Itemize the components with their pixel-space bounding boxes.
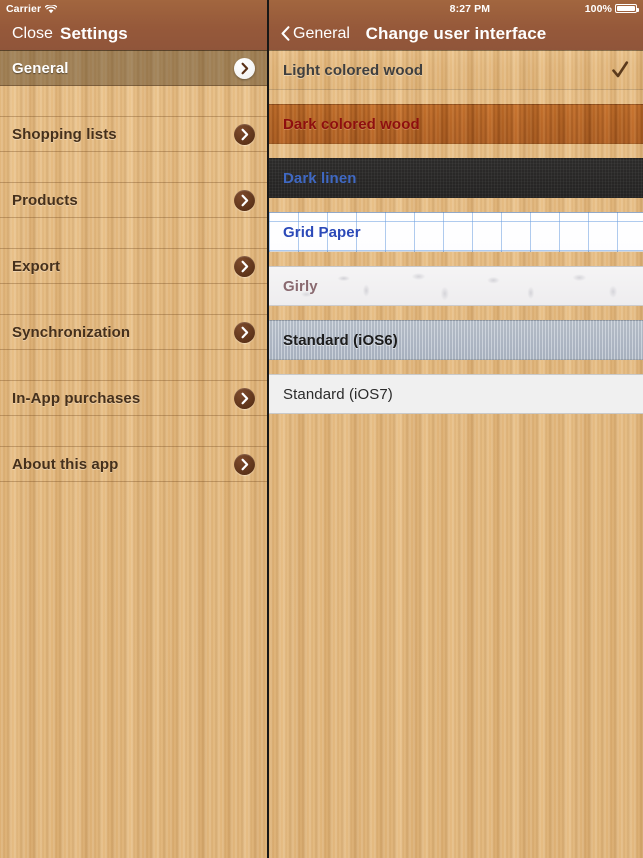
left-status-bar: Carrier	[0, 0, 267, 17]
right-navbar: General Change user interface	[269, 17, 643, 50]
app-root: Carrier Close Settings General Shopping …	[0, 0, 643, 858]
theme-panel: 8:27 PM 100% General Change user interfa…	[269, 0, 643, 858]
theme-spacer	[269, 306, 643, 320]
sidebar-item-in-app-purchases[interactable]: In-App purchases	[0, 380, 267, 416]
theme-option-label: Standard (iOS7)	[283, 385, 393, 403]
left-navbar: Close Settings	[0, 17, 267, 50]
theme-spacer	[269, 360, 643, 374]
right-status-bar: 8:27 PM 100%	[269, 0, 643, 17]
chevron-left-icon	[281, 26, 290, 41]
carrier-label: Carrier	[6, 2, 42, 15]
theme-option-standard-ios6[interactable]: Standard (iOS6)	[269, 320, 643, 360]
clock-label: 8:27 PM	[449, 2, 491, 15]
settings-panel: Carrier Close Settings General Shopping …	[0, 0, 267, 858]
theme-option-label: Dark linen	[283, 169, 357, 187]
sidebar-item-label: Products	[12, 191, 78, 209]
theme-spacer	[269, 144, 643, 158]
chevron-right-icon[interactable]	[234, 189, 255, 211]
sidebar-item-label: General	[12, 59, 69, 77]
theme-option-girly[interactable]: Girly	[269, 266, 643, 306]
theme-spacer	[269, 252, 643, 266]
settings-title: Settings	[60, 23, 128, 43]
theme-option-grid-paper[interactable]: Grid Paper	[269, 212, 643, 252]
theme-option-standard-ios7[interactable]: Standard (iOS7)	[269, 374, 643, 414]
close-button-label: Close	[12, 24, 53, 42]
checkmark-icon	[611, 60, 629, 80]
sidebar-item-label: About this app	[12, 455, 119, 473]
sidebar-item-label: Synchronization	[12, 323, 131, 341]
chevron-right-icon[interactable]	[234, 123, 255, 145]
theme-option-label: Light colored wood	[283, 61, 424, 79]
back-button-label: General	[293, 24, 350, 42]
chevron-right-icon[interactable]	[234, 387, 255, 409]
chevron-right-icon[interactable]	[234, 57, 255, 79]
sidebar-item-label: Export	[12, 257, 61, 275]
theme-option-light-colored-wood[interactable]: Light colored wood	[269, 50, 643, 90]
sidebar-item-about-this-app[interactable]: About this app	[0, 446, 267, 482]
battery-full-icon	[615, 4, 639, 13]
sidebar-item-label: Shopping lists	[12, 125, 117, 143]
sidebar-item-label: In-App purchases	[12, 389, 141, 407]
sidebar-item-general[interactable]: General	[0, 50, 267, 86]
right-top-bar: 8:27 PM 100% General Change user interfa…	[269, 0, 643, 50]
theme-option-dark-linen[interactable]: Dark linen	[269, 158, 643, 198]
theme-list: Light colored wood Dark colored wood Dark …	[269, 50, 643, 858]
theme-option-dark-colored-wood[interactable]: Dark colored wood	[269, 104, 643, 144]
sidebar-item-synchronization[interactable]: Synchronization	[0, 314, 267, 350]
back-button[interactable]: General	[269, 25, 350, 43]
theme-option-label: Grid Paper	[283, 223, 361, 241]
theme-spacer	[269, 90, 643, 104]
left-top-bar: Carrier Close Settings	[0, 0, 267, 50]
theme-option-label: Girly	[283, 277, 318, 295]
wifi-icon	[44, 4, 58, 14]
theme-option-label: Dark colored wood	[283, 115, 420, 133]
chevron-right-icon[interactable]	[234, 453, 255, 475]
close-button[interactable]: Close	[0, 25, 53, 43]
chevron-right-icon[interactable]	[234, 321, 255, 343]
sidebar-item-shopping-lists[interactable]: Shopping lists	[0, 116, 267, 152]
sidebar-item-export[interactable]: Export	[0, 248, 267, 284]
battery-percent-label: 100%	[584, 2, 612, 15]
chevron-right-icon[interactable]	[234, 255, 255, 277]
sidebar-item-products[interactable]: Products	[0, 182, 267, 218]
theme-spacer	[269, 198, 643, 212]
theme-option-label: Standard (iOS6)	[283, 331, 398, 349]
settings-list: General Shopping lists Products Export Synch…	[0, 50, 267, 858]
